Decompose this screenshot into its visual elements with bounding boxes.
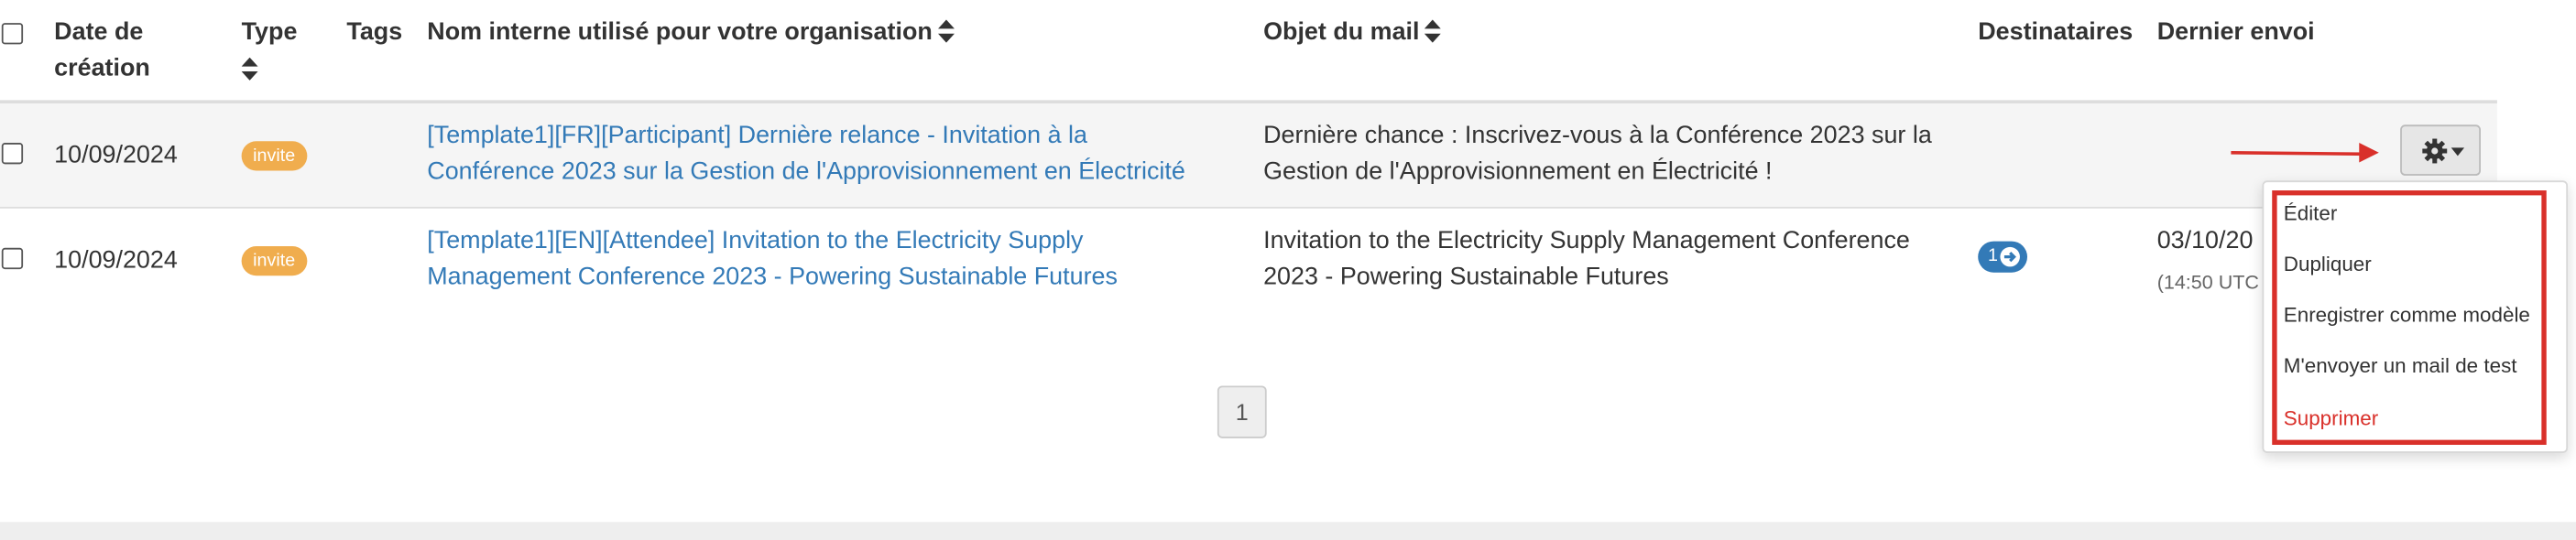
header-date-line2: création bbox=[54, 54, 150, 82]
header-recipients: Destinataires bbox=[1978, 17, 2134, 47]
row-checkbox[interactable] bbox=[1, 247, 24, 270]
page-footer-background bbox=[0, 522, 2576, 540]
row-divider bbox=[0, 206, 2497, 209]
header-date[interactable]: Date de création bbox=[54, 15, 150, 87]
header-internal-name[interactable]: Nom interne utilisé pour votre organisat… bbox=[427, 15, 955, 50]
select-all-checkbox[interactable] bbox=[1, 23, 24, 45]
row-checkbox[interactable] bbox=[1, 143, 24, 165]
subject-text: Invitation to the Electricity Supply Man… bbox=[1263, 223, 1910, 296]
header-last-sent: Dernier envoi bbox=[2156, 17, 2315, 47]
email-templates-panel: Date de création Type Tags Nom interne u… bbox=[0, 0, 2576, 523]
subject-line2: Gestion de l'Approvisionnement en Électr… bbox=[1263, 157, 1773, 186]
header-subject-label: Objet du mail bbox=[1263, 17, 1420, 47]
header-type[interactable]: Type bbox=[241, 15, 298, 81]
annotation-highlight-box bbox=[2272, 190, 2547, 446]
sort-icon[interactable] bbox=[241, 57, 258, 81]
header-date-line1: Date de bbox=[54, 17, 144, 47]
template-name-link[interactable]: [Template1][FR][Participant] Dernière re… bbox=[427, 118, 1185, 190]
last-sent-time: (14:50 UTC bbox=[2156, 270, 2259, 295]
template-name-link[interactable]: [Template1][EN][Attendee] Invitation to … bbox=[427, 223, 1118, 296]
subject-line1: Dernière chance : Inscrivez-vous à la Co… bbox=[1263, 121, 1932, 150]
caret-down-icon bbox=[2450, 147, 2465, 157]
gear-icon bbox=[2422, 138, 2448, 164]
header-tags: Tags bbox=[346, 17, 403, 47]
type-badge: invite bbox=[241, 246, 307, 276]
template-name-line1: [Template1][FR][Participant] Dernière re… bbox=[427, 121, 1087, 150]
arrow-circle-right-icon bbox=[2000, 246, 2020, 267]
type-badge: invite bbox=[241, 141, 307, 171]
header-subject[interactable]: Objet du mail bbox=[1263, 15, 1441, 50]
row-date: 10/09/2024 bbox=[54, 141, 178, 169]
subject-text: Dernière chance : Inscrivez-vous à la Co… bbox=[1263, 118, 1932, 190]
pagination-page-1[interactable]: 1 bbox=[1217, 385, 1267, 438]
last-sent-cell: 03/10/20 (14:50 UTC bbox=[2157, 223, 2263, 306]
recipients-count: 1 bbox=[1987, 246, 1998, 266]
subject-line2: 2023 - Powering Sustainable Futures bbox=[1263, 262, 1669, 291]
row-date: 10/09/2024 bbox=[54, 246, 178, 275]
header-internal-name-label: Nom interne utilisé pour votre organisat… bbox=[427, 17, 933, 47]
page: Date de création Type Tags Nom interne u… bbox=[0, 0, 2576, 540]
sort-icon[interactable] bbox=[937, 19, 955, 43]
header-type-label: Type bbox=[241, 17, 298, 47]
table-row bbox=[0, 103, 2497, 207]
sort-icon[interactable] bbox=[1424, 19, 1441, 43]
template-name-line2: Management Conference 2023 - Powering Su… bbox=[427, 262, 1118, 291]
last-sent-date: 03/10/20 bbox=[2156, 226, 2254, 254]
template-name-line2: Conférence 2023 sur la Gestion de l'Appr… bbox=[427, 157, 1185, 186]
actions-dropdown-button[interactable] bbox=[2400, 124, 2481, 176]
recipients-badge[interactable]: 1 bbox=[1978, 241, 2028, 273]
template-name-line1: [Template1][EN][Attendee] Invitation to … bbox=[427, 226, 1084, 254]
subject-line1: Invitation to the Electricity Supply Man… bbox=[1263, 226, 1910, 254]
annotation-arrow-head bbox=[2359, 143, 2379, 163]
